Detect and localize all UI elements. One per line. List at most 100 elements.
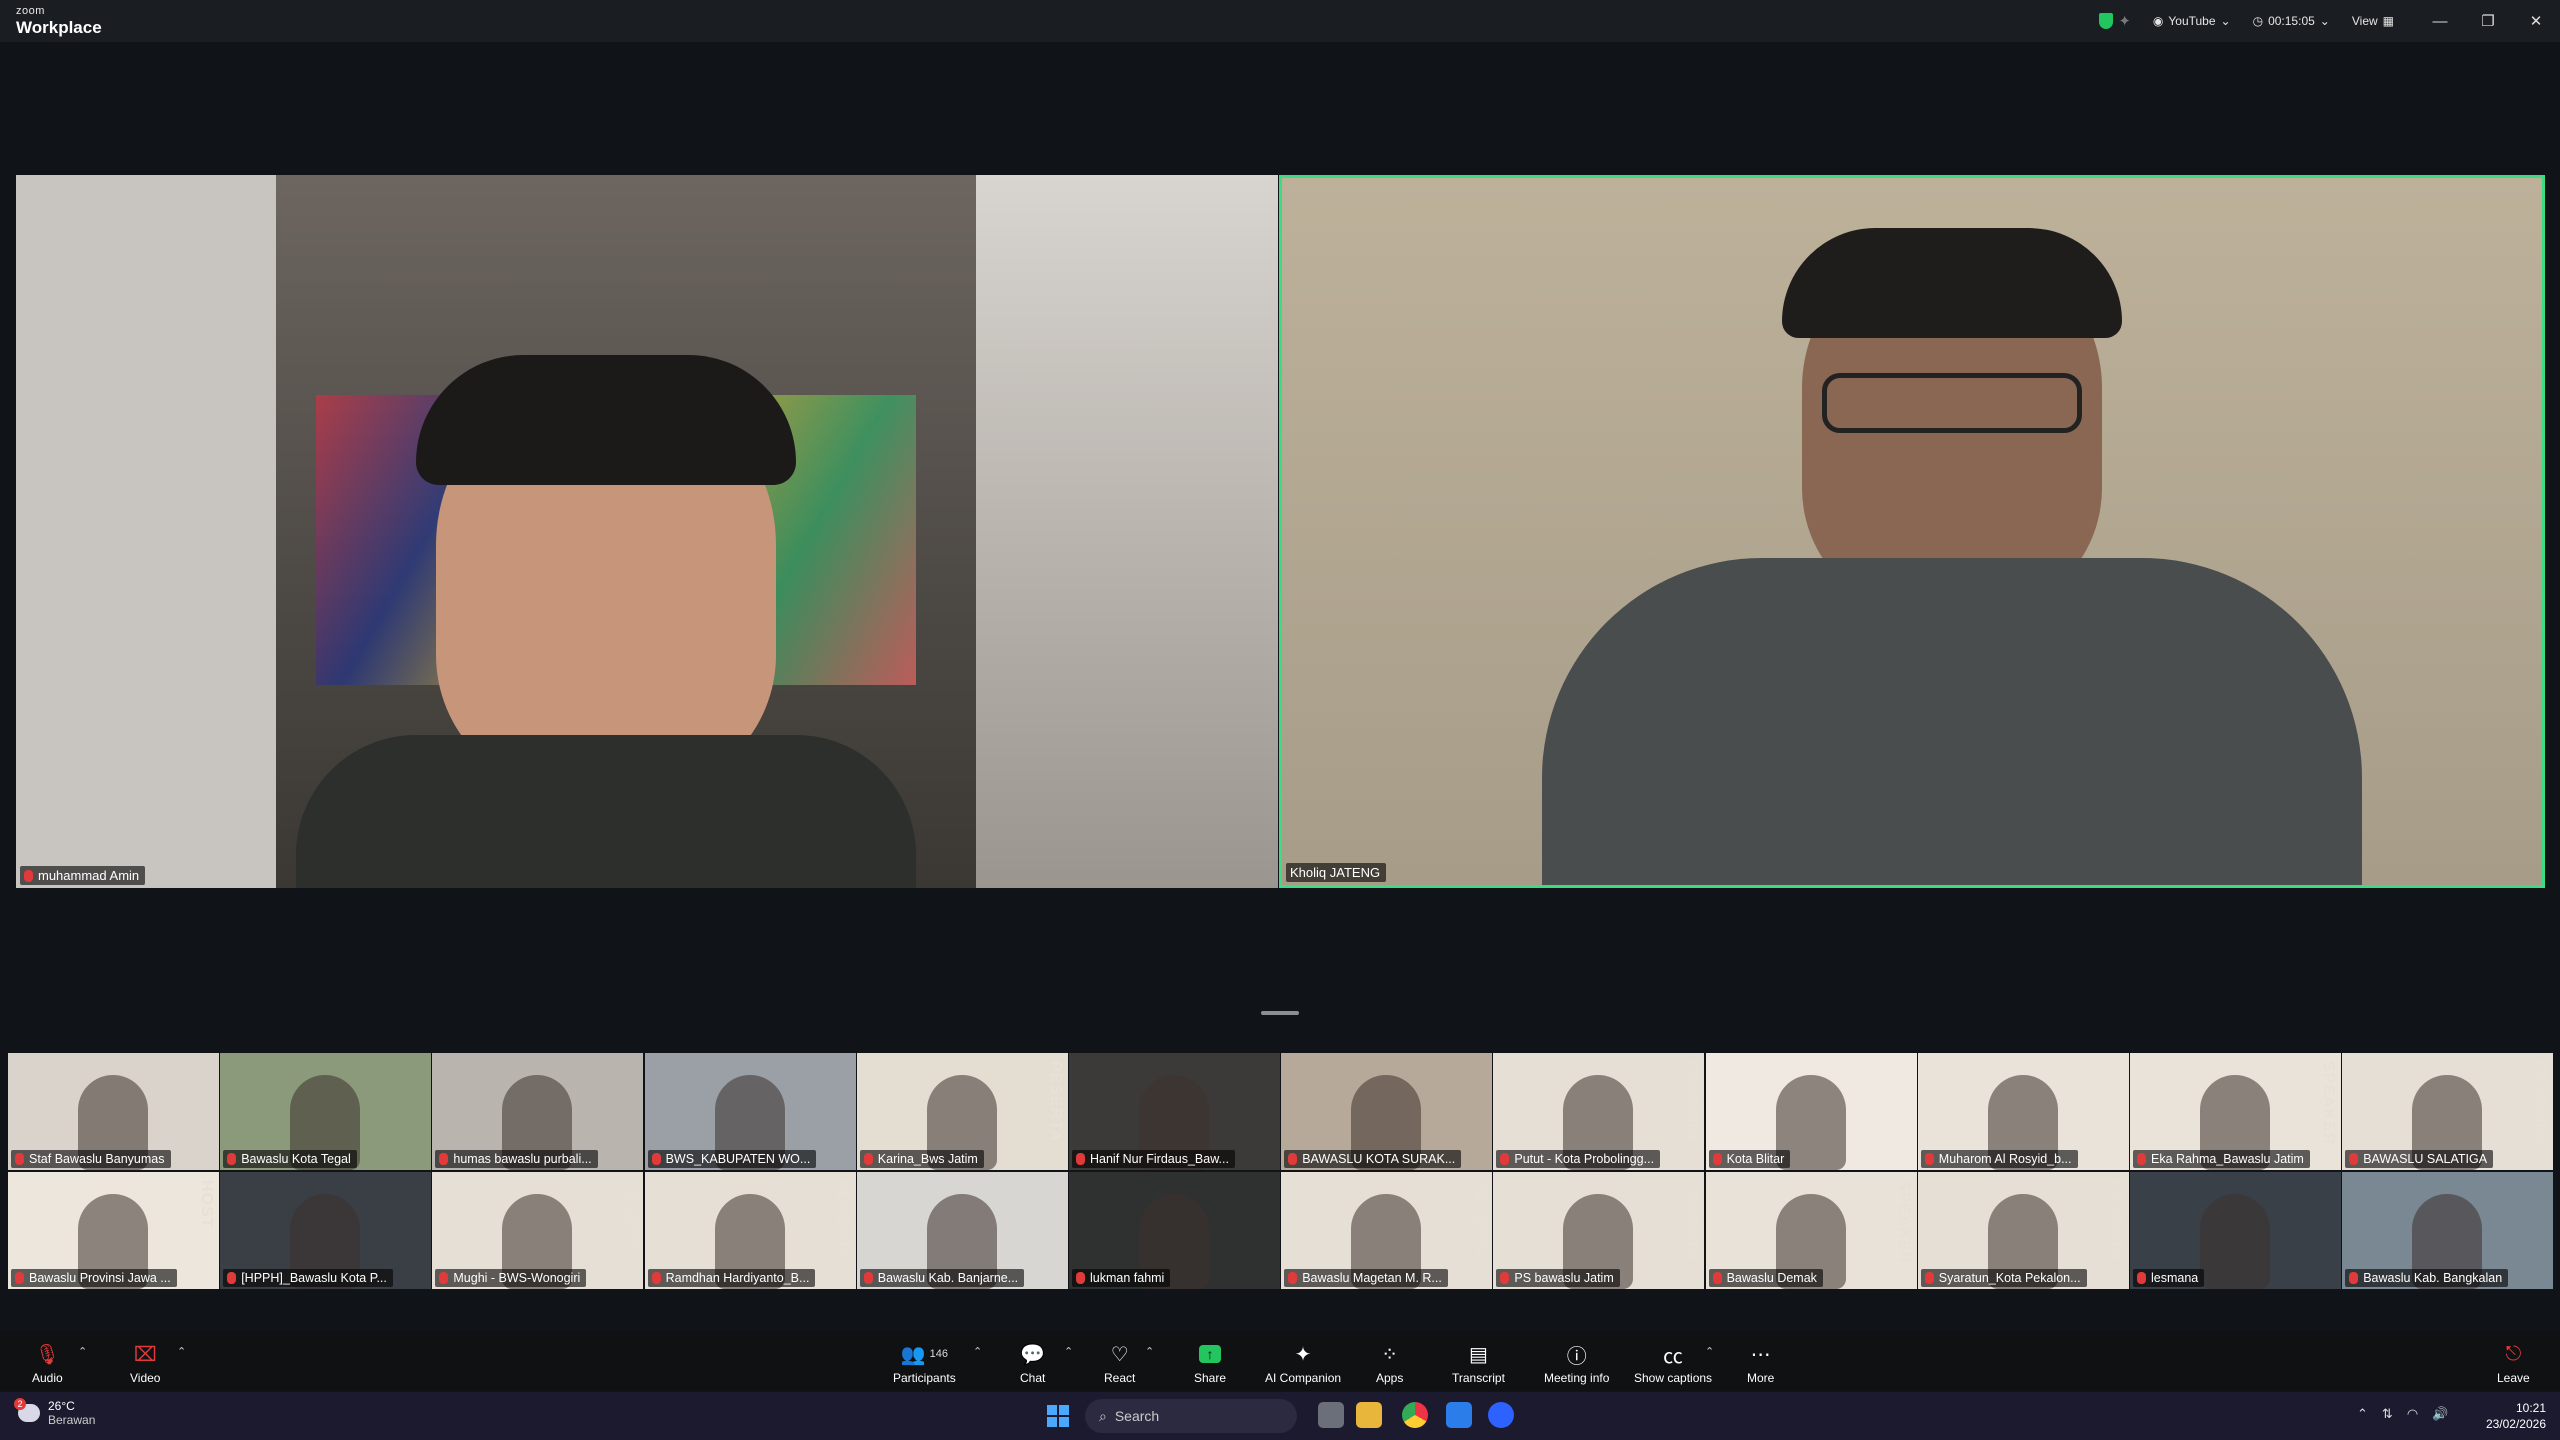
network-icon: ⇅ (2381, 1406, 2393, 1421)
gallery-tile[interactable]: PESERTA Putut - Kota Probolingg... (1493, 1053, 1705, 1170)
chevron-up-icon[interactable]: ⌃ (78, 1345, 87, 1358)
react-button[interactable]: ♡ React (1104, 1341, 1135, 1386)
leave-icon: ⎋ (2505, 1342, 2522, 1365)
person-hair (416, 355, 796, 485)
minimize-icon[interactable]: — (2416, 13, 2464, 30)
chevron-up-icon[interactable]: ⌃ (1705, 1345, 1714, 1358)
leave-label: Leave (2497, 1371, 2530, 1385)
gallery-tile[interactable]: Staf Bawaslu Banyumas (8, 1053, 219, 1170)
muted-mic-icon (1076, 1153, 1085, 1165)
system-tray[interactable]: ⌃ ⇅ ◠ 🔊 (2357, 1406, 2448, 1422)
muted-mic-icon (651, 1272, 661, 1284)
participant-name-tag: Hanif Nur Firdaus_Baw... (1072, 1150, 1235, 1168)
gallery-tile[interactable]: PESERTA PS bawaslu Jatim (1493, 1172, 1705, 1289)
participant-name: BWS_KABUPATEN WO... (665, 1152, 811, 1166)
gallery-tile[interactable]: SPEAKER Bawaslu Demak (1705, 1172, 1917, 1289)
weather-widget[interactable]: 2 26°C Berawan (14, 1398, 95, 1427)
chevron-up-icon: ⌃ (2357, 1406, 2368, 1421)
meeting-timer[interactable]: ◷ 00:15:05 ⌄ (2253, 14, 2330, 28)
resize-handle[interactable] (1261, 1011, 1299, 1015)
gallery-tile[interactable]: Bawaslu Kab. Bangkalan (2342, 1172, 2554, 1289)
gallery-tile[interactable]: humas bawaslu purbali... (432, 1053, 644, 1170)
gallery-tile[interactable]: Bawaslu Kota Tegal (220, 1053, 432, 1170)
participant-name-tag: [HPPH]_Bawaslu Kota P... (223, 1269, 393, 1287)
participants-button[interactable]: 👥 146 Participants (893, 1341, 956, 1386)
show-captions-button[interactable]: ㏄ Show captions (1634, 1341, 1712, 1386)
participant-name: BAWASLU SALATIGA (2363, 1152, 2488, 1166)
transcript-button[interactable]: ▤ Transcript (1452, 1341, 1505, 1386)
livestream-dropdown[interactable]: ◉ YouTube ⌄ (2153, 14, 2231, 28)
gallery-tile[interactable]: PESERTA Syaratun_Kota Pekalon... (1917, 1172, 2129, 1289)
gallery-tile[interactable]: Hanif Nur Firdaus_Baw... (1069, 1053, 1280, 1170)
participant-name: [HPPH]_Bawaslu Kota P... (241, 1271, 387, 1285)
gallery-tile[interactable]: Kota Blitar (1705, 1053, 1917, 1170)
ai-companion-label: AI Companion (1265, 1371, 1342, 1385)
taskbar-search[interactable]: ⌕ Search (1085, 1399, 1297, 1433)
ai-companion-button[interactable]: ✦ AI Companion (1265, 1341, 1342, 1386)
participant-name-tag: Mughi - BWS-Wonogiri (435, 1269, 587, 1287)
participant-name: Kholiq JATENG (1290, 865, 1381, 880)
security-indicator[interactable]: ✦ (2099, 12, 2131, 30)
gallery-tile[interactable]: HOST Bawaslu Provinsi Jawa ... (8, 1172, 219, 1289)
muted-mic-icon (1712, 1153, 1722, 1165)
eyeglasses (1822, 373, 2082, 433)
participant-name-tag: Muharom Al Rosyid_b... (1920, 1150, 2078, 1168)
muted-mic-icon (227, 1153, 237, 1165)
chat-icon: 💬 (1020, 1343, 1046, 1366)
gallery-tile[interactable]: PESERTA Karina_Bws Jatim (856, 1053, 1068, 1170)
participant-name-tag: Ramdhan Hardiyanto_B... (647, 1269, 816, 1287)
leave-button[interactable]: ⎋ Leave (2497, 1341, 2530, 1386)
search-icon: ⌕ (1099, 1407, 1107, 1424)
audio-button[interactable]: 🎙 Audio (32, 1341, 63, 1386)
task-view-icon[interactable] (1318, 1402, 1344, 1428)
restore-icon[interactable]: ❐ (2464, 12, 2512, 30)
speaker-video-right[interactable]: Kholiq JATENG (1279, 175, 2545, 888)
view-button[interactable]: View ▦ (2352, 14, 2394, 28)
gallery-tile[interactable]: lukman fahmi (1069, 1172, 1280, 1289)
gallery-tile[interactable]: PESERTA Bawaslu Magetan M. R... (1281, 1172, 1493, 1289)
participant-name-tag: lukman fahmi (1072, 1269, 1171, 1287)
video-button[interactable]: ⌧ Video (130, 1341, 160, 1386)
share-button[interactable]: ↑ Share (1194, 1341, 1226, 1385)
gallery-tile[interactable]: PESERTA Mughi - BWS-Wonogiri (432, 1172, 644, 1289)
chevron-up-icon[interactable]: ⌃ (1064, 1345, 1073, 1358)
participants-icon: 👥 (900, 1343, 926, 1366)
apps-button[interactable]: ⁘ Apps (1376, 1341, 1403, 1386)
participant-name-tag: humas bawaslu purbali... (435, 1150, 598, 1168)
participant-name-tag: muhammad Amin (20, 866, 146, 885)
chevron-up-icon[interactable]: ⌃ (973, 1345, 982, 1358)
muted-mic-icon (15, 1272, 24, 1284)
muted-mic-icon (1288, 1153, 1298, 1165)
bookshelf (976, 175, 1278, 888)
gallery-tile[interactable]: Muharom Al Rosyid_b... (1917, 1053, 2129, 1170)
participant-name-tag: Eka Rahma_Bawaslu Jatim (2133, 1150, 2310, 1168)
gallery-tile[interactable]: PESERTA BAWASLU SALATIGA (2342, 1053, 2554, 1170)
close-icon[interactable]: ✕ (2512, 12, 2560, 30)
windows-start-icon[interactable] (1047, 1405, 1069, 1427)
chevron-up-icon[interactable]: ⌃ (1145, 1345, 1154, 1358)
clock[interactable]: 10:21 23/02/2026 (2486, 1400, 2546, 1432)
broadcast-icon: ◉ (2152, 14, 2164, 28)
chevron-up-icon[interactable]: ⌃ (177, 1345, 186, 1358)
participant-name: Mughi - BWS-Wonogiri (453, 1271, 581, 1285)
chrome-icon[interactable] (1402, 1402, 1428, 1428)
gallery-tile[interactable]: [HPPH]_Bawaslu Kota P... (220, 1172, 432, 1289)
chat-button[interactable]: 💬 Chat (1020, 1341, 1046, 1386)
participant-name-tag: PS bawaslu Jatim (1496, 1269, 1620, 1287)
todo-icon[interactable] (1446, 1402, 1472, 1428)
speaker-video-left[interactable]: muhammad Amin (16, 175, 1278, 888)
file-explorer-icon[interactable] (1356, 1402, 1382, 1428)
gallery-tile[interactable]: Bawaslu Kab. Banjarne... (856, 1172, 1068, 1289)
more-button[interactable]: ⋯ More (1747, 1341, 1774, 1386)
gallery-tile[interactable]: SPEAKER Eka Rahma_Bawaslu Jatim (2130, 1053, 2341, 1170)
gallery-tile[interactable]: lesmana (2130, 1172, 2341, 1289)
gallery-tile[interactable]: PESERTA Ramdhan Hardiyanto_B... (644, 1172, 856, 1289)
participant-name: Bawaslu Magetan M. R... (1302, 1271, 1442, 1285)
participant-name: Putut - Kota Probolingg... (1514, 1152, 1655, 1166)
brand-large: Workplace (16, 18, 102, 37)
muted-mic-icon (227, 1272, 237, 1284)
gallery-tile[interactable]: BAWASLU KOTA SURAK... (1281, 1053, 1493, 1170)
meeting-info-button[interactable]: ⓘ Meeting info (1544, 1341, 1609, 1386)
zoom-app-icon[interactable] (1488, 1402, 1514, 1428)
gallery-tile[interactable]: BWS_KABUPATEN WO... (644, 1053, 856, 1170)
